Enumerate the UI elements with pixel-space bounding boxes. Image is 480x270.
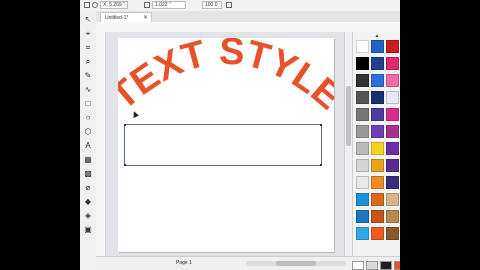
eyedropper-icon[interactable]: ⌀ [83,183,93,193]
color-swatch[interactable] [386,40,399,53]
status-bar: Page 1 [96,256,400,270]
polygon-icon[interactable]: ⬡ [83,127,93,137]
fill-color-swatch[interactable] [366,261,378,270]
color-swatch[interactable] [386,74,399,87]
color-swatch[interactable] [371,91,384,104]
size-icon [144,2,150,8]
resize-handle[interactable] [124,164,126,166]
color-swatch[interactable] [371,142,384,155]
vertical-ruler[interactable] [96,32,106,256]
color-swatch[interactable] [371,210,384,223]
page-tab[interactable]: Page 1 [176,260,192,266]
color-swatch[interactable] [356,210,369,223]
color-swatch[interactable] [386,142,399,155]
toolbox: ↖ ⌖ ⌗ ⌕ ✎ ∿ □ ○ ⬡ A ▦ ▩ ⌀ ◆ ◈ ▣ [80,11,97,270]
ellipse-icon[interactable]: ○ [83,113,93,123]
fill-color-swatch[interactable] [380,261,392,270]
table-icon[interactable]: ▦ [83,155,93,165]
svg-text:TEXT STYLE: TEXT STYLE [118,38,334,118]
color-swatch[interactable] [371,40,384,53]
color-swatch[interactable] [371,193,384,206]
document-page[interactable]: TEXT STYLE [118,38,334,252]
color-swatch[interactable] [371,159,384,172]
color-swatch[interactable] [356,159,369,172]
resize-handle[interactable] [124,124,126,126]
color-swatch[interactable] [386,125,399,138]
pick-icon[interactable]: ↖ [83,15,93,25]
horizontal-scrollbar[interactable] [246,261,346,266]
color-swatch[interactable] [371,176,384,189]
palette-up-arrow-icon[interactable]: ▲ [357,33,397,39]
freehand-icon[interactable]: ✎ [83,71,93,81]
shape-icon[interactable]: ⌖ [83,29,93,39]
y-position-field[interactable]: 1.022 " [152,1,186,9]
text-icon[interactable]: A [83,141,93,151]
color-swatch[interactable] [386,210,399,223]
object-origin-icon[interactable] [84,2,90,8]
color-palette: ▲ [352,32,400,256]
color-swatch[interactable] [371,125,384,138]
color-swatch[interactable] [386,193,399,206]
color-swatch[interactable] [356,74,369,87]
color-swatch[interactable] [386,91,399,104]
resize-handle[interactable] [320,124,322,126]
color-swatch[interactable] [356,125,369,138]
crop-icon[interactable]: ⌗ [83,43,93,53]
scrollbar-thumb[interactable] [346,86,351,146]
artistic-text-content: TEXT STYLE [118,38,334,118]
rectangle-icon[interactable]: □ [83,99,93,109]
color-swatch[interactable] [356,108,369,121]
color-swatch[interactable] [386,108,399,121]
scrollbar-thumb[interactable] [276,261,316,266]
fill-icon[interactable]: ◆ [83,197,93,207]
zoom-icon[interactable]: ⌕ [83,57,93,67]
color-swatch[interactable] [386,227,399,240]
fill-color-swatch[interactable] [394,261,400,270]
color-swatch[interactable] [386,176,399,189]
color-swatch[interactable] [356,57,369,70]
color-swatch[interactable] [356,142,369,155]
color-swatch[interactable] [371,227,384,240]
color-swatch[interactable] [356,176,369,189]
color-swatch[interactable] [356,193,369,206]
position-icon [92,2,98,8]
color-swatch[interactable] [356,227,369,240]
color-swatch[interactable] [356,91,369,104]
outline-color-swatch[interactable] [352,261,364,270]
artistic-media-icon[interactable]: ∿ [83,85,93,95]
lock-ratio-icon[interactable] [226,2,232,8]
smart-fill-icon[interactable]: ▣ [83,225,93,235]
interactive-fill-icon[interactable]: ◈ [83,211,93,221]
resize-handle[interactable] [320,164,322,166]
color-swatch[interactable] [386,159,399,172]
x-position-field[interactable]: X: 5.269 " [100,1,128,9]
color-swatch[interactable] [356,40,369,53]
paragraph-text-frame[interactable] [124,124,322,166]
tab-label: Untitled-1* [105,15,129,21]
color-swatch[interactable] [371,74,384,87]
color-swatch[interactable] [371,108,384,121]
pattern-icon[interactable]: ▩ [83,169,93,179]
scale-field[interactable]: 100.0 [202,1,222,9]
application-window: X: 5.269 " 1.022 " 100.0 ↖ ⌖ ⌗ ⌕ ✎ ∿ □ ○ ⬡ A ▦ ▩ ⌀ ◆ ◈… [80,0,400,270]
color-swatch[interactable] [386,57,399,70]
color-swatch[interactable] [371,57,384,70]
tab-untitled-1[interactable]: Untitled-1* ✕ [100,12,152,22]
artistic-text[interactable]: TEXT STYLE [118,38,334,128]
